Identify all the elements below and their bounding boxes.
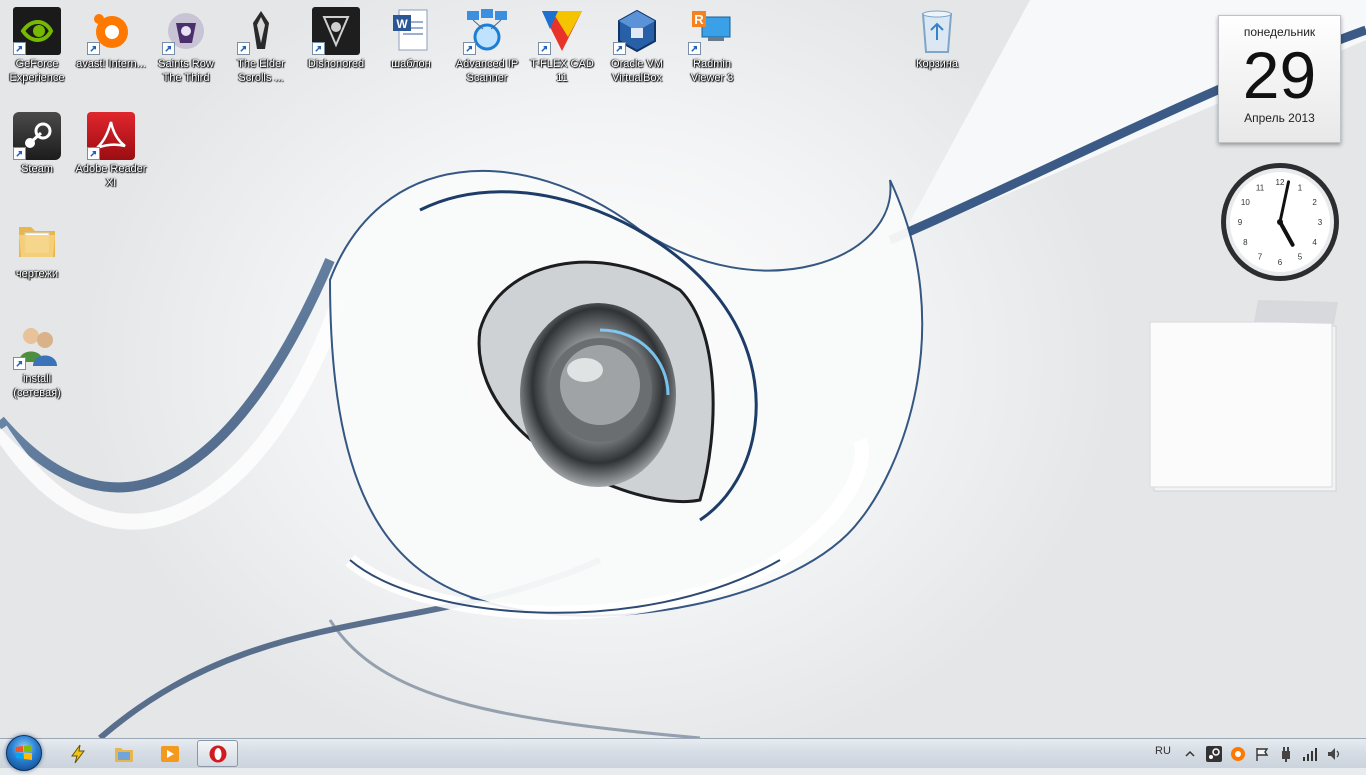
desktop-icon-label: T-FLEX CAD 11 <box>530 58 594 84</box>
clock-numeral: 8 <box>1243 238 1248 247</box>
taskbar-pinned-media-player[interactable] <box>152 740 188 767</box>
desktop-icon-adobe-reader[interactable]: Adobe Reader XI <box>75 112 147 190</box>
desktop-icon-shablon[interactable]: W шаблон <box>375 7 447 71</box>
desktop-icon-virtualbox[interactable]: Oracle VM VirtualBox <box>601 7 673 85</box>
desktop-icon-label: Advanced IP Scanner <box>455 58 519 84</box>
calendar-month-year: Апрель 2013 <box>1244 111 1315 125</box>
shortcut-arrow-icon <box>463 42 476 55</box>
shortcut-arrow-icon <box>237 42 250 55</box>
svg-text:W: W <box>396 17 408 31</box>
shortcut-arrow-icon <box>538 42 551 55</box>
desktop-icon-label: Adobe Reader XI <box>75 163 147 189</box>
clock-face: 12 12 3 45 6 7 8 9 10 11 <box>1221 163 1339 281</box>
calendar-gadget[interactable]: понедельник 29 Апрель 2013 <box>1218 15 1341 143</box>
clock-gadget[interactable]: 12 1 2 3 4 5 6 7 8 9 10 11 <box>1219 161 1341 283</box>
desktop-icon-recycle-bin[interactable]: Корзина <box>901 7 973 71</box>
desktop-icon-label: Корзина <box>916 58 958 70</box>
svg-text:R: R <box>694 12 704 27</box>
adobe-reader-icon <box>87 112 135 160</box>
avast-tray-icon[interactable] <box>1230 746 1246 762</box>
network-scanner-icon <box>463 7 511 55</box>
shortcut-arrow-icon <box>13 42 26 55</box>
desktop-icon-label: чертежи <box>15 268 59 280</box>
desktop-icon-install[interactable]: install (сетевая) <box>1 322 73 400</box>
dishonored-icon <box>312 7 360 55</box>
desktop-icon-steam[interactable]: Steam <box>1 112 73 176</box>
opera-icon <box>209 745 226 762</box>
calendar-date: 29 <box>1242 38 1317 112</box>
avast-icon <box>87 7 135 55</box>
calendar-weekday: понедельник <box>1243 25 1316 39</box>
network-signal-icon[interactable] <box>1302 746 1318 762</box>
desktop-icon-avast[interactable]: avast! Intern... <box>75 7 147 71</box>
desktop-icon-label: Radmin Viewer 3 <box>690 58 734 84</box>
shortcut-arrow-icon <box>87 42 100 55</box>
word-document-icon: W <box>387 7 435 55</box>
shortcut-arrow-icon <box>13 357 26 370</box>
clock-numeral: 6 <box>1278 258 1283 267</box>
clock-numeral: 10 <box>1241 198 1250 207</box>
clock-numeral: 9 <box>1238 218 1243 227</box>
shortcut-arrow-icon <box>87 147 100 160</box>
clock-numeral: 3 <box>1318 218 1323 227</box>
clock-numeral: 2 <box>1312 198 1317 207</box>
taskbar-pinned-explorer[interactable] <box>106 740 142 767</box>
desktop-icon-saints-row[interactable]: Saints Row The Third <box>150 7 222 85</box>
show-hidden-icons-chevron-icon[interactable] <box>1184 746 1196 762</box>
explorer-folder-icon <box>115 747 133 762</box>
desktop-icon-dishonored[interactable]: Dishonored <box>300 7 372 71</box>
desktop-icon-skyrim[interactable]: The Elder Scrolls ... <box>225 7 297 85</box>
network-users-icon <box>13 322 61 370</box>
taskbar: RU <box>0 735 1366 771</box>
clock-numeral: 7 <box>1258 253 1263 262</box>
clock-numeral: 1 <box>1298 183 1303 192</box>
clock-numeral: 11 <box>1256 183 1265 192</box>
lightning-app-icon <box>71 744 85 763</box>
shortcut-arrow-icon <box>688 42 701 55</box>
desktop-icon-tflex[interactable]: T-FLEX CAD 11 <box>526 7 598 85</box>
desktop-icon-label: Oracle VM VirtualBox <box>611 58 663 84</box>
clock-numeral: 4 <box>1312 238 1317 247</box>
desktop-icon-label: Saints Row The Third <box>158 58 214 84</box>
desktop-icon-label: avast! Intern... <box>76 58 146 70</box>
skyrim-icon <box>237 7 285 55</box>
desktop-icon-label: шаблон <box>391 58 431 70</box>
saints-row-icon <box>162 7 210 55</box>
clock-numeral: 5 <box>1298 253 1303 262</box>
media-player-icon <box>161 745 179 762</box>
tflex-icon <box>538 7 586 55</box>
folder-icon <box>13 217 61 265</box>
notes-gadget[interactable] <box>1148 296 1343 496</box>
steam-tray-icon[interactable] <box>1206 746 1222 762</box>
power-plug-icon[interactable] <box>1278 746 1294 762</box>
desktop-icon-label: GeForce Experience <box>9 58 65 84</box>
shortcut-arrow-icon <box>312 42 325 55</box>
desktop-icon-label: Dishonored <box>307 58 365 70</box>
shortcut-arrow-icon <box>162 42 175 55</box>
virtualbox-icon <box>613 7 661 55</box>
desktop-icon-chertezhi-folder[interactable]: чертежи <box>1 217 73 281</box>
volume-icon[interactable] <box>1326 746 1342 762</box>
desktop-icon-label: Steam <box>21 163 53 175</box>
language-indicator[interactable]: RU <box>1155 745 1171 757</box>
nvidia-icon <box>13 7 61 55</box>
desktop-icon-radmin[interactable]: R Radmin Viewer 3 <box>676 7 748 85</box>
taskbar-running-opera[interactable] <box>197 740 238 767</box>
windows-start-orb-icon[interactable] <box>6 735 42 771</box>
radmin-icon: R <box>688 7 736 55</box>
desktop-icon-label: The Elder Scrolls ... <box>237 58 285 84</box>
clock-numeral: 12 <box>1276 178 1285 187</box>
action-center-flag-icon[interactable] <box>1254 746 1270 762</box>
desktop-icon-geforce[interactable]: GeForce Experience <box>1 7 73 85</box>
recycle-bin-icon <box>913 7 961 55</box>
shortcut-arrow-icon <box>13 147 26 160</box>
desktop-icon-label: install (сетевая) <box>13 373 61 399</box>
shortcut-arrow-icon <box>613 42 626 55</box>
desktop-icon-advanced-ip-scanner[interactable]: Advanced IP Scanner <box>451 7 523 85</box>
steam-icon <box>13 112 61 160</box>
taskbar-pinned-lightning-app[interactable] <box>60 740 96 767</box>
